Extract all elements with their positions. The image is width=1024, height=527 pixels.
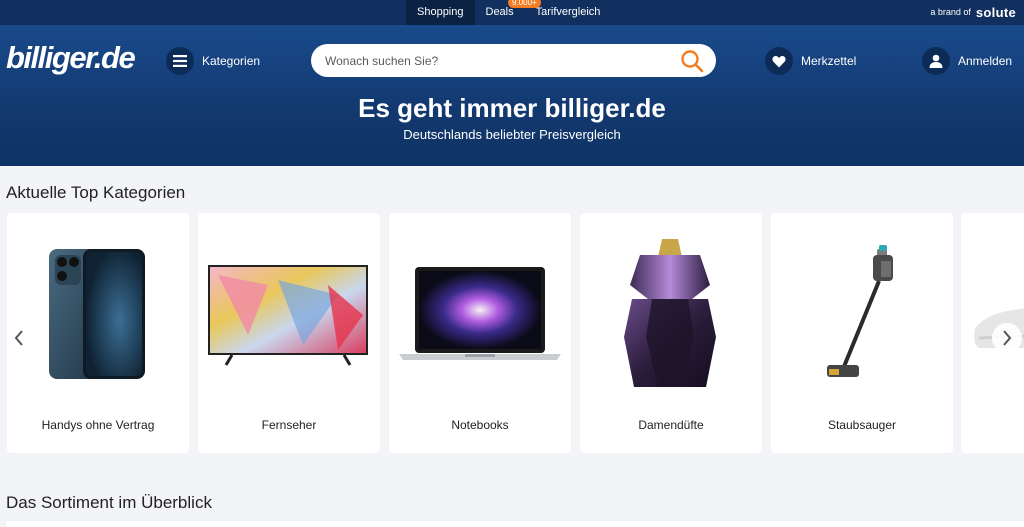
assortment-title: Das Sortiment im Überblick bbox=[6, 493, 212, 512]
search-bar bbox=[311, 44, 716, 77]
carousel-next-button[interactable] bbox=[992, 323, 1022, 353]
deals-count-badge: 9.000+ bbox=[508, 0, 541, 8]
chevron-left-icon bbox=[14, 330, 23, 346]
vacuum-image bbox=[827, 245, 893, 377]
category-label: Handys ohne Vertrag bbox=[41, 418, 155, 432]
search-icon[interactable] bbox=[680, 49, 704, 78]
hero-title: Es geht immer billiger.de bbox=[358, 93, 666, 123]
heart-icon bbox=[765, 47, 793, 75]
user-icon bbox=[922, 47, 950, 75]
perfume-image bbox=[624, 239, 716, 387]
category-card-staubsauger[interactable]: Staubsauger bbox=[771, 213, 953, 453]
wishlist-button[interactable]: Merkzettel bbox=[765, 47, 856, 75]
category-card-fernseher[interactable]: Fernseher bbox=[198, 213, 380, 453]
top-categories-title: Aktuelle Top Kategorien bbox=[6, 183, 186, 202]
top-strip: Shopping Deals Tarifvergleich 9.000+ a b… bbox=[0, 0, 1024, 25]
smartphone-image bbox=[49, 249, 145, 379]
categories-button[interactable]: Kategorien bbox=[166, 47, 260, 75]
brand-prefix: a brand of bbox=[930, 7, 971, 17]
tv-image bbox=[208, 265, 368, 366]
category-card-notebooks[interactable]: Notebooks bbox=[389, 213, 571, 453]
login-label: Anmelden bbox=[958, 54, 1013, 68]
category-card-handys[interactable]: Handys ohne Vertrag bbox=[7, 213, 189, 453]
top-nav-shopping[interactable]: Shopping bbox=[406, 0, 475, 25]
search-input[interactable] bbox=[325, 44, 665, 77]
site-header: billiger.de Kategorien Merkzettel Anmeld… bbox=[0, 25, 1024, 166]
categories-label: Kategorien bbox=[202, 54, 261, 68]
carousel-prev-button[interactable] bbox=[4, 323, 34, 353]
solute-logo[interactable]: solute bbox=[976, 1, 1016, 24]
chevron-right-icon bbox=[1003, 330, 1012, 346]
category-label: Fernseher bbox=[261, 418, 317, 432]
site-logo[interactable]: billiger.de bbox=[6, 40, 136, 76]
hero-subtitle: Deutschlands beliebter Preisvergleich bbox=[403, 127, 621, 142]
brand-of: a brand of solute bbox=[930, 0, 1016, 25]
category-card-damenduefte[interactable]: Damendüfte bbox=[580, 213, 762, 453]
login-button[interactable]: Anmelden bbox=[922, 47, 1012, 75]
category-label: Notebooks bbox=[451, 418, 509, 432]
assortment-panel bbox=[6, 521, 1024, 527]
category-label: Staubsauger bbox=[827, 418, 897, 432]
top-nav: Shopping Deals Tarifvergleich 9.000+ bbox=[406, 0, 611, 25]
category-label: Damendüfte bbox=[638, 418, 704, 432]
wishlist-label: Merkzettel bbox=[801, 54, 857, 68]
menu-icon bbox=[166, 47, 194, 75]
notebook-image bbox=[399, 267, 561, 360]
